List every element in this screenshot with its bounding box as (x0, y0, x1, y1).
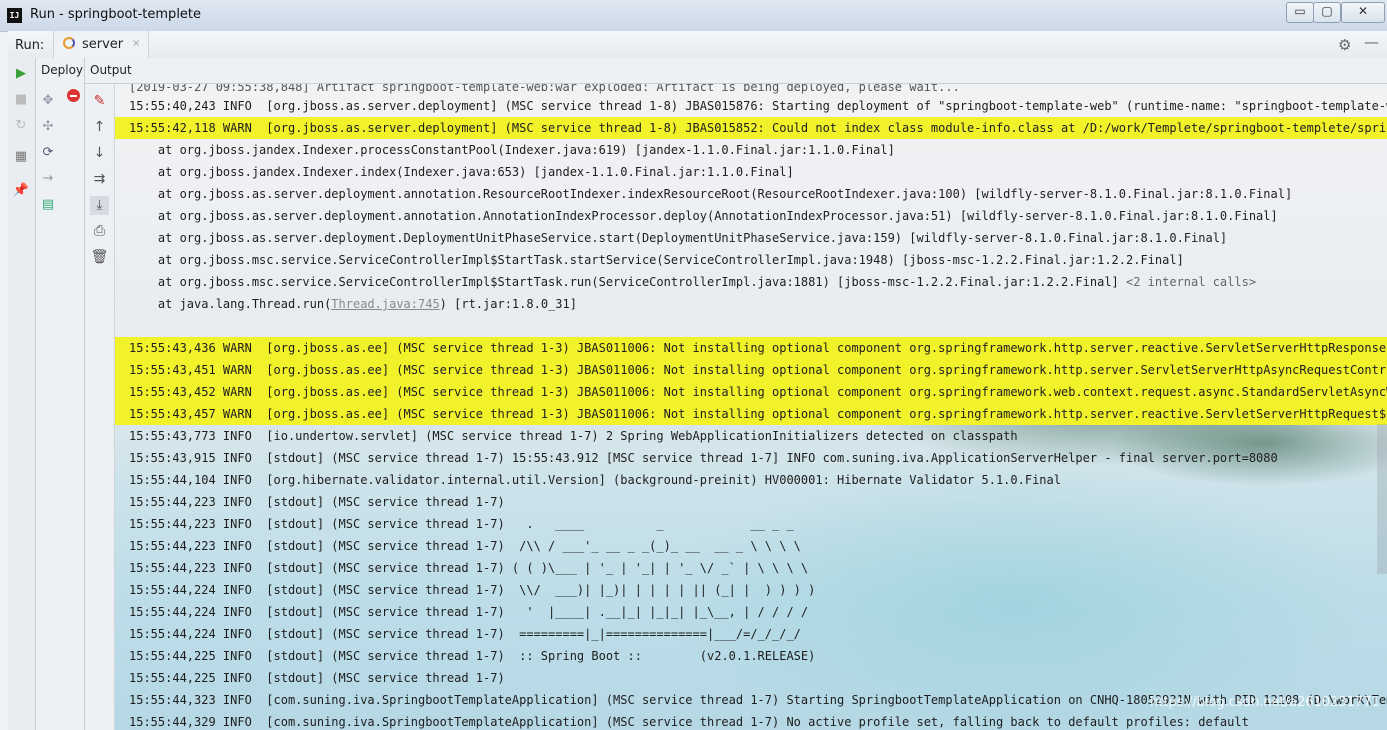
log-line: 15:55:44,225 INFO [stdout] (MSC service … (129, 667, 505, 689)
deployment-panel: Deployment ✥ ✣ ⟳ → ▤ (36, 58, 85, 730)
watermark-text: https://blog.csdn.net/a2610231771 (1150, 695, 1380, 710)
log-line: at org.jboss.msc.service.ServiceControll… (129, 249, 1184, 271)
log-text: 15:55:40,243 INFO [org.jboss.as.server.d… (129, 99, 1387, 113)
log-text: 15:55:44,224 INFO [stdout] (MSC service … (129, 627, 801, 641)
log-line: 15:55:44,223 INFO [stdout] (MSC service … (129, 491, 505, 513)
run-icon[interactable]: ▶ (12, 65, 30, 83)
layout-icon[interactable]: ▦ (12, 148, 30, 166)
gear-icon[interactable]: ⚙ (1338, 36, 1351, 54)
print-icon[interactable]: ⎙ (90, 222, 109, 241)
minimize-icon[interactable]: — (1364, 33, 1379, 51)
log-line: at java.lang.Thread.run(Thread.java:745)… (129, 293, 577, 315)
log-line: at org.jboss.as.server.deployment.annota… (129, 205, 1278, 227)
log-text: at org.jboss.msc.service.ServiceControll… (129, 253, 1184, 267)
window-close-button[interactable]: ✕ (1341, 2, 1385, 23)
log-text: 15:55:44,224 INFO [stdout] (MSC service … (129, 583, 816, 597)
down-arrow-icon[interactable]: ↓ (90, 144, 109, 163)
log-text: 15:55:43,773 INFO [io.undertow.servlet] … (129, 429, 1018, 443)
output-title: Output (90, 63, 132, 77)
scroll-to-end-icon[interactable]: ⤓ (90, 196, 109, 215)
log-text: at org.jboss.jandex.Indexer.processConst… (129, 143, 895, 157)
log-text: at org.jboss.as.server.deployment.annota… (129, 209, 1278, 223)
log-text: 15:55:43,436 WARN [org.jboss.as.ee] (MSC… (129, 341, 1387, 355)
log-text: 15:55:44,224 INFO [stdout] (MSC service … (129, 605, 809, 619)
log-line: 15:55:44,223 INFO [stdout] (MSC service … (129, 535, 801, 557)
log-text: at org.jboss.msc.service.ServiceControll… (129, 275, 1126, 289)
collapse-icon[interactable]: ✣ (39, 118, 57, 136)
log-text: 15:55:43,451 WARN [org.jboss.as.ee] (MSC… (129, 363, 1387, 377)
deployment-title: Deployment (41, 63, 84, 77)
log-text: at org.jboss.as.server.deployment.Deploy… (129, 231, 1228, 245)
scrollbar-thumb[interactable] (1377, 424, 1387, 574)
output-header: Output (85, 58, 1387, 84)
run-toolbar: Run: server × ⚙ — (8, 31, 1387, 59)
log-line: at org.jboss.as.server.deployment.annota… (129, 183, 1292, 205)
log-line: at org.jboss.jandex.Indexer.index(Indexe… (129, 161, 794, 183)
undeploy-icon[interactable] (67, 89, 80, 102)
log-line: 15:55:44,223 INFO [stdout] (MSC service … (129, 557, 808, 579)
window-title: Run - springboot-templete (30, 7, 202, 22)
log-text: 15:55:44,104 INFO [org.hibernate.validat… (129, 473, 1061, 487)
log-text: 15:55:44,223 INFO [stdout] (MSC service … (129, 561, 809, 575)
log-line: 15:55:43,452 WARN [org.jboss.as.ee] (MSC… (115, 381, 1387, 403)
deploy-all-icon[interactable]: ✥ (39, 92, 57, 110)
internal-calls-fold[interactable]: <2 internal calls> (1126, 275, 1256, 289)
log-text: 15:55:44,225 INFO [stdout] (MSC service … (129, 649, 816, 663)
log-line: 15:55:40,243 INFO [org.jboss.as.server.d… (129, 95, 1387, 117)
log-text: 15:55:44,223 INFO [stdout] (MSC service … (129, 539, 801, 553)
log-line: at org.jboss.as.server.deployment.Deploy… (129, 227, 1227, 249)
log-line: at org.jboss.jandex.Indexer.processConst… (129, 139, 895, 161)
intellij-app-icon: IJ (7, 8, 22, 23)
server-config-icon (63, 37, 75, 49)
log-text: 15:55:44,225 INFO [stdout] (MSC service … (129, 671, 505, 685)
log-text: 15:55:44,223 INFO [stdout] (MSC service … (129, 517, 794, 531)
up-arrow-icon[interactable]: ↑ (90, 118, 109, 137)
log-line: 15:55:44,224 INFO [stdout] (MSC service … (129, 579, 815, 601)
log-line: 15:55:44,225 INFO [stdout] (MSC service … (129, 645, 815, 667)
log-text: at org.jboss.jandex.Indexer.index(Indexe… (129, 165, 794, 179)
log-line: 15:55:44,329 INFO [com.suning.iva.Spring… (129, 711, 1249, 730)
window-maximize-button[interactable]: ▢ (1313, 2, 1341, 23)
tab-server-label: server (82, 37, 124, 52)
log-line: 15:55:43,436 WARN [org.jboss.as.ee] (MSC… (115, 337, 1387, 359)
log-line: 15:55:44,224 INFO [stdout] (MSC service … (129, 601, 808, 623)
log-text: 15:55:43,452 WARN [org.jboss.as.ee] (MSC… (129, 385, 1387, 399)
window-title-bar: IJ Run - springboot-templete ▭ ▢ ✕ (0, 0, 1387, 32)
log-text: 15:55:44,329 INFO [com.suning.iva.Spring… (129, 715, 1249, 729)
run-label: Run: (15, 38, 45, 53)
log-line: 15:55:43,773 INFO [io.undertow.servlet] … (129, 425, 1018, 447)
tab-close-icon[interactable]: × (132, 38, 140, 49)
log-line: 15:55:43,451 WARN [org.jboss.as.ee] (MSC… (115, 359, 1387, 381)
rerun-icon[interactable]: ↻ (12, 117, 30, 135)
log-text: 15:55:43,915 INFO [stdout] (MSC service … (129, 451, 1278, 465)
log-line: 15:55:44,224 INFO [stdout] (MSC service … (129, 623, 801, 645)
soft-wrap-icon[interactable]: ⇉ (90, 170, 109, 189)
trash-icon[interactable]: 🗑 (90, 248, 109, 267)
log-text: 15:55:43,457 WARN [org.jboss.as.ee] (MSC… (129, 407, 1387, 421)
log-line: 15:55:42,118 WARN [org.jboss.as.server.d… (115, 117, 1387, 139)
log-line: 15:55:44,104 INFO [org.hibernate.validat… (129, 469, 1061, 491)
run-actions-strip: ▶ ■ ↻ ▦ 📌 (8, 58, 36, 730)
log-line: at org.jboss.msc.service.ServiceControll… (129, 271, 1256, 293)
log-line: 15:55:44,223 INFO [stdout] (MSC service … (129, 513, 794, 535)
log-text: at java.lang.Thread.run( (129, 297, 332, 311)
log-line: 15:55:43,915 INFO [stdout] (MSC service … (129, 447, 1278, 469)
window-minimize-button[interactable]: ▭ (1286, 2, 1314, 23)
tab-server[interactable]: server × (53, 31, 149, 58)
console-actions-gutter: ✎ ↑ ↓ ⇉ ⤓ ⎙ 🗑 (85, 84, 115, 730)
console-output[interactable]: [2019-03-27 09:55:38,848] Artifact sprin… (115, 84, 1387, 730)
table-icon[interactable]: ▤ (39, 196, 57, 214)
source-link[interactable]: Thread.java:745 (331, 297, 439, 311)
log-line: 15:55:43,457 WARN [org.jboss.as.ee] (MSC… (115, 403, 1387, 425)
pin-icon[interactable]: 📌 (12, 182, 30, 200)
log-text: at org.jboss.as.server.deployment.annota… (129, 187, 1293, 201)
log-text: 15:55:44,223 INFO [stdout] (MSC service … (129, 495, 505, 509)
update-app-icon[interactable]: ⟳ (39, 144, 57, 162)
clear-icon[interactable]: ✎ (90, 92, 109, 111)
forward-icon[interactable]: → (39, 170, 57, 188)
deployment-header: Deployment (36, 58, 84, 83)
log-text: 15:55:42,118 WARN [org.jboss.as.server.d… (129, 121, 1387, 135)
log-text-after: ) [rt.jar:1.8.0_31] (439, 297, 577, 311)
stop-icon[interactable]: ■ (12, 91, 30, 109)
